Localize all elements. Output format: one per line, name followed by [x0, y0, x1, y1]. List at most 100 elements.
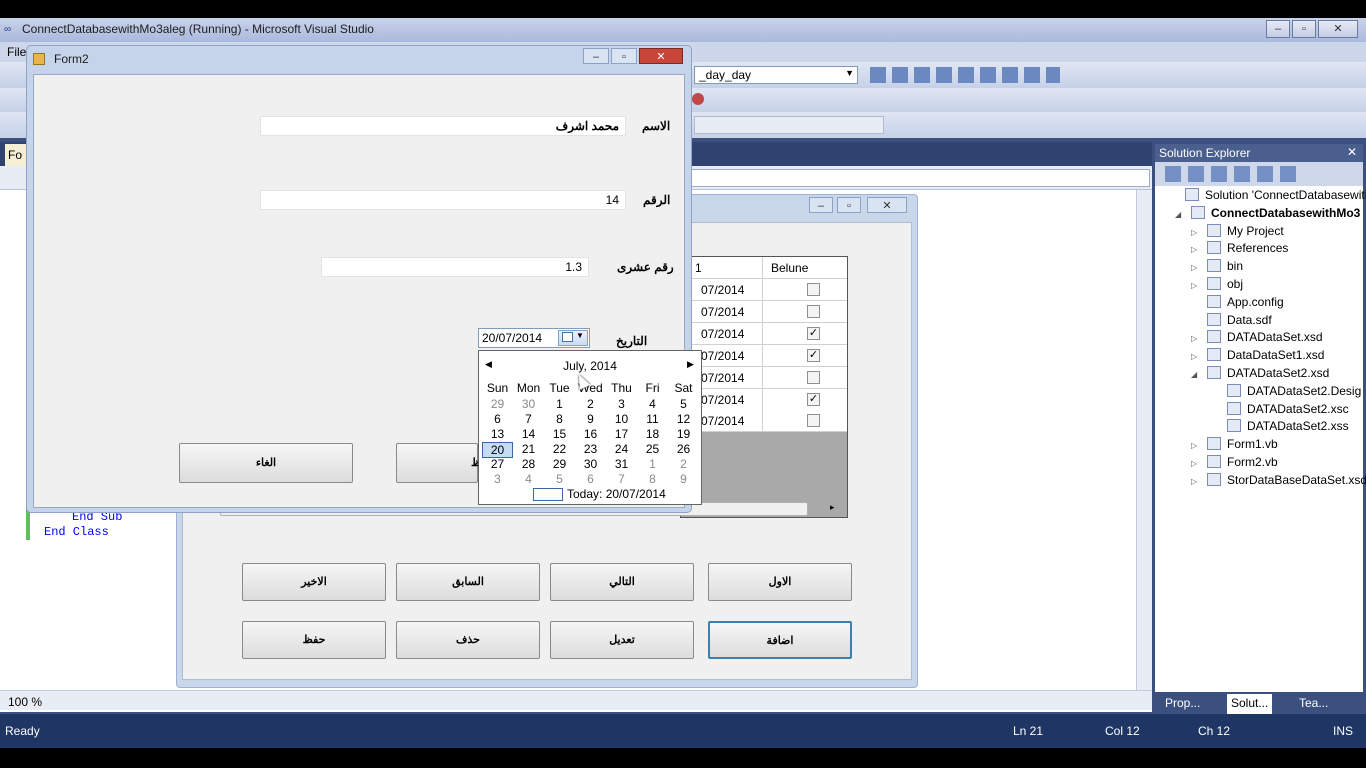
save-button[interactable]: حفظ [242, 621, 386, 659]
expand-icon[interactable]: ▷ [1191, 334, 1201, 343]
se-toolbar-icons[interactable] [1165, 166, 1299, 182]
tree-node[interactable]: ▷ Form1.vb [1191, 437, 1278, 455]
tree-node[interactable]: DATADataSet2.xss [1211, 419, 1349, 437]
tree-node[interactable]: ▷ StorDataBaseDataSet.xsd [1191, 472, 1366, 491]
tree-node[interactable]: ▷ obj [1191, 277, 1243, 295]
scroll-right-icon[interactable]: ▸ [830, 502, 835, 513]
calendar-day[interactable]: 23 [575, 442, 606, 456]
expand-icon[interactable]: ◢ [1175, 210, 1185, 219]
calendar-day[interactable]: 29 [482, 397, 513, 411]
calendar-day[interactable]: 20 [482, 442, 513, 458]
calendar-day[interactable]: 25 [637, 442, 668, 456]
belune-checkbox[interactable]: ✓ [807, 348, 820, 362]
belune-checkbox[interactable]: ✓ [807, 326, 820, 340]
expand-icon[interactable]: ▷ [1191, 477, 1201, 486]
calendar-day[interactable]: 6 [482, 412, 513, 426]
calendar-day[interactable]: 16 [575, 427, 606, 441]
minimize-icon[interactable]: – [809, 197, 833, 213]
calendar-day[interactable]: 7 [513, 412, 544, 426]
tree-node[interactable]: Data.sdf [1191, 312, 1272, 331]
calendar-day[interactable]: 5 [668, 397, 699, 411]
table-row[interactable]: 07/2014 [681, 410, 847, 433]
tree-node[interactable]: ◢ ConnectDatabasewithMo3 [1175, 205, 1360, 224]
calendar-day[interactable]: 7 [606, 472, 637, 486]
calendar-day[interactable]: 13 [482, 427, 513, 441]
first-button[interactable]: الاول [708, 563, 852, 601]
tree-node[interactable]: DATADataSet2.xsc [1211, 401, 1349, 420]
next-button[interactable]: التالي [550, 563, 694, 601]
belune-checkbox[interactable] [807, 414, 820, 428]
month-calendar[interactable]: ◀ July, 2014 ▶ Sun Mon Tue Wed Thu Fri Sat 29 3… [478, 350, 702, 505]
calendar-day[interactable]: 24 [606, 442, 637, 456]
menu-file[interactable]: File [7, 45, 26, 59]
calendar-day[interactable]: 5 [544, 472, 575, 486]
calendar-month-title[interactable]: July, 2014 [479, 359, 701, 373]
calendar-day[interactable]: 9 [668, 472, 699, 486]
belune-checkbox[interactable] [807, 370, 820, 384]
expand-icon[interactable]: ▷ [1191, 263, 1201, 272]
close-icon[interactable]: ✕ [639, 48, 683, 64]
belune-checkbox[interactable] [807, 283, 820, 296]
calendar-day[interactable]: 17 [606, 427, 637, 441]
member-combo[interactable] [680, 169, 1150, 187]
belune-checkbox[interactable] [807, 304, 820, 318]
next-month-icon[interactable]: ▶ [687, 359, 694, 370]
table-row[interactable]: 07/2014 [681, 279, 847, 301]
restore-icon[interactable]: ▫ [837, 197, 861, 213]
table-row[interactable]: 07/2014 ✓ [681, 322, 847, 345]
calendar-day[interactable]: 27 [482, 457, 513, 471]
tree-node[interactable]: App.config [1191, 294, 1284, 313]
close-icon[interactable]: ✕ [867, 197, 907, 213]
calendar-day[interactable]: 18 [637, 427, 668, 441]
tab-team[interactable]: Tea... [1295, 694, 1332, 714]
breakpoint-icon[interactable] [692, 93, 704, 105]
calendar-day[interactable]: 8 [544, 412, 575, 426]
table-row[interactable]: 07/2014 ✓ [681, 388, 847, 411]
date-cell[interactable]: 07/2014 [681, 322, 763, 345]
calendar-day[interactable]: 19 [668, 427, 699, 441]
close-icon[interactable]: ✕ [1347, 145, 1357, 159]
table-row[interactable]: 07/2014 [681, 300, 847, 323]
expand-icon[interactable]: ▷ [1191, 281, 1201, 290]
tree-node[interactable]: Solution 'ConnectDatabasewith [1169, 188, 1366, 206]
calendar-day[interactable]: 22 [544, 442, 575, 456]
calendar-day[interactable]: 4 [637, 397, 668, 411]
minimize-icon[interactable]: – [583, 48, 609, 64]
minimize-icon[interactable]: – [1266, 20, 1290, 38]
restore-icon[interactable]: ▫ [1292, 20, 1316, 38]
tree-node[interactable]: ▷ My Project [1191, 223, 1284, 242]
belune-checkbox[interactable]: ✓ [807, 392, 820, 406]
calendar-day[interactable]: 10 [606, 412, 637, 426]
tree-node[interactable]: ▷ DataDataSet1.xsd [1191, 348, 1324, 366]
today-link[interactable]: Today: 20/07/2014 [567, 487, 666, 501]
cancel-button[interactable]: الغاء [179, 443, 353, 483]
tab-solution[interactable]: Solut... [1227, 694, 1273, 714]
calendar-day[interactable]: 1 [544, 397, 575, 411]
table-row[interactable]: 07/2014 [681, 366, 847, 389]
expand-icon[interactable]: ▷ [1191, 459, 1201, 468]
number-field[interactable]: 14 [260, 190, 626, 210]
data-grid[interactable]: 1 Belune 07/2014 07/2014 07/2014 ✓ 07/2014 ✓ 0… [680, 256, 848, 518]
calendar-day[interactable]: 14 [513, 427, 544, 441]
calendar-day[interactable]: 26 [668, 442, 699, 456]
calendar-day[interactable]: 31 [606, 457, 637, 471]
expand-icon[interactable]: ◢ [1191, 370, 1201, 379]
tree-node[interactable]: DATADataSet2.Desig [1211, 383, 1361, 402]
date-cell[interactable]: 07/2014 [681, 279, 763, 301]
close-icon[interactable]: ✕ [1318, 20, 1358, 38]
calendar-day[interactable]: 3 [606, 397, 637, 411]
calendar-day[interactable]: 29 [544, 457, 575, 471]
tree-node[interactable]: ▷ DATADataSet.xsd [1191, 330, 1323, 348]
expand-icon[interactable]: ▷ [1191, 245, 1201, 254]
editor-vertical-scrollbar[interactable] [1136, 190, 1152, 690]
name-field[interactable]: محمد اشرف [260, 116, 626, 136]
delete-button[interactable]: حذف [396, 621, 540, 659]
add-button[interactable]: اضافة [708, 621, 852, 659]
expand-icon[interactable]: ▷ [1191, 352, 1201, 361]
calendar-day[interactable]: 21 [513, 442, 544, 456]
calendar-day[interactable]: 8 [637, 472, 668, 486]
previous-button[interactable]: السابق [396, 563, 540, 601]
calendar-day[interactable]: 15 [544, 427, 575, 441]
calendar-day[interactable]: 30 [575, 457, 606, 471]
calendar-day[interactable]: 30 [513, 397, 544, 411]
